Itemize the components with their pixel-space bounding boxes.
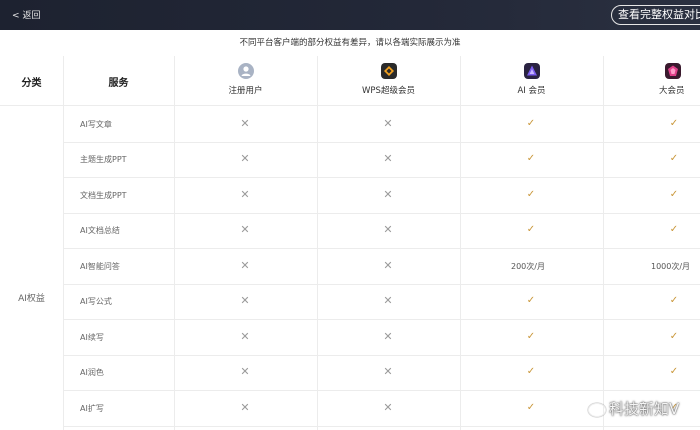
cross-icon: ✕ (383, 187, 393, 201)
plan-header-wps-super: WPS超级会员 (317, 56, 460, 106)
view-full-comparison-button[interactable]: 查看完整权益对比 (611, 5, 700, 25)
service-label: AI扩写 (80, 403, 104, 413)
service-header: 服务 (108, 77, 129, 89)
column-divider (63, 56, 64, 430)
cross-icon: ✕ (240, 187, 250, 201)
check-icon: ✓ (526, 224, 536, 236)
check-icon: ✓ (526, 366, 536, 378)
wps-super-member-icon (380, 63, 397, 79)
check-icon: ✓ (526, 188, 536, 200)
plan-name: 大会员 (659, 86, 685, 96)
cross-icon: ✕ (383, 258, 393, 272)
check-icon: ✓ (526, 401, 536, 413)
cross-icon: ✕ (240, 329, 250, 343)
column-divider (460, 56, 461, 430)
plan-header-big-member: 大会员 (603, 56, 700, 106)
plan-name: WPS超级会员 (362, 86, 415, 96)
plan-header-ai-member: AI 会员 (460, 56, 603, 106)
check-icon: ✓ (526, 330, 536, 342)
weibo-logo-icon (588, 402, 606, 417)
plan-header-registered: 注册用户 (174, 56, 317, 106)
cross-icon: ✕ (240, 294, 250, 308)
check-icon: ✓ (669, 188, 679, 200)
service-label: 主题生成PPT (80, 155, 127, 165)
watermark-text: 科技新知V (609, 400, 680, 418)
column-divider (174, 56, 175, 430)
cross-icon: ✕ (240, 365, 250, 379)
check-icon: ✓ (526, 117, 536, 129)
cross-icon: ✕ (240, 400, 250, 414)
cross-icon: ✕ (383, 400, 393, 414)
row-divider (63, 248, 700, 249)
ai-member-icon (523, 63, 540, 79)
row-divider (63, 319, 700, 320)
row-divider (63, 390, 700, 391)
back-button[interactable]: < 返回 (12, 8, 41, 21)
service-label: 文档生成PPT (80, 190, 127, 200)
check-icon: ✓ (669, 330, 679, 342)
column-divider (317, 56, 318, 430)
cross-icon: ✕ (240, 116, 250, 130)
check-icon: ✓ (526, 153, 536, 165)
plan-name: 注册用户 (228, 86, 263, 96)
platform-notice: 不同平台客户端的部分权益有差异，请以各端实际展示为准 (239, 38, 461, 48)
row-divider (63, 212, 700, 214)
service-label: AI续写 (80, 332, 104, 342)
category-header: 分类 (21, 77, 42, 89)
chevron-left-icon: < (12, 11, 20, 21)
cross-icon: ✕ (240, 258, 250, 272)
category-label: AI权益 (18, 294, 45, 304)
check-icon: ✓ (669, 366, 679, 378)
cross-icon: ✕ (383, 365, 393, 379)
cross-icon: ✕ (383, 329, 393, 343)
row-divider (63, 177, 700, 178)
quota-value: 200次/月 (511, 261, 545, 271)
cross-icon: ✕ (383, 294, 393, 308)
top-bar: < 返回 查看完整权益对比 (0, 0, 700, 30)
row-divider (63, 141, 700, 143)
check-icon: ✓ (669, 153, 679, 165)
check-icon: ✓ (669, 295, 679, 307)
watermark: 科技新知V (588, 398, 679, 420)
check-icon: ✓ (526, 295, 536, 307)
row-divider (63, 354, 700, 356)
plan-name: AI 会员 (517, 86, 546, 96)
cross-icon: ✕ (383, 152, 393, 166)
service-label: AI写公式 (80, 297, 112, 307)
column-divider (603, 56, 604, 430)
cross-icon: ✕ (240, 152, 250, 166)
big-member-icon (665, 63, 681, 79)
cross-icon: ✕ (383, 223, 393, 237)
service-label: AI润色 (80, 368, 104, 378)
service-label: AI文档总结 (80, 226, 120, 236)
user-icon (237, 63, 254, 79)
row-divider (63, 425, 700, 427)
service-label: AI智能问答 (80, 261, 120, 271)
check-icon: ✓ (669, 117, 679, 129)
cross-icon: ✕ (240, 223, 250, 237)
benefits-table: 分类 服务 注册用户 WPS超级会员 AI 会员 大会员 AI权益 AI写文章 ✕… (0, 56, 700, 430)
service-label: AI写文章 (80, 119, 112, 129)
row-divider (63, 283, 700, 285)
cross-icon: ✕ (383, 116, 393, 130)
check-icon: ✓ (669, 224, 679, 236)
back-label: 返回 (22, 11, 41, 21)
quota-value: 1000次/月 (651, 261, 691, 271)
